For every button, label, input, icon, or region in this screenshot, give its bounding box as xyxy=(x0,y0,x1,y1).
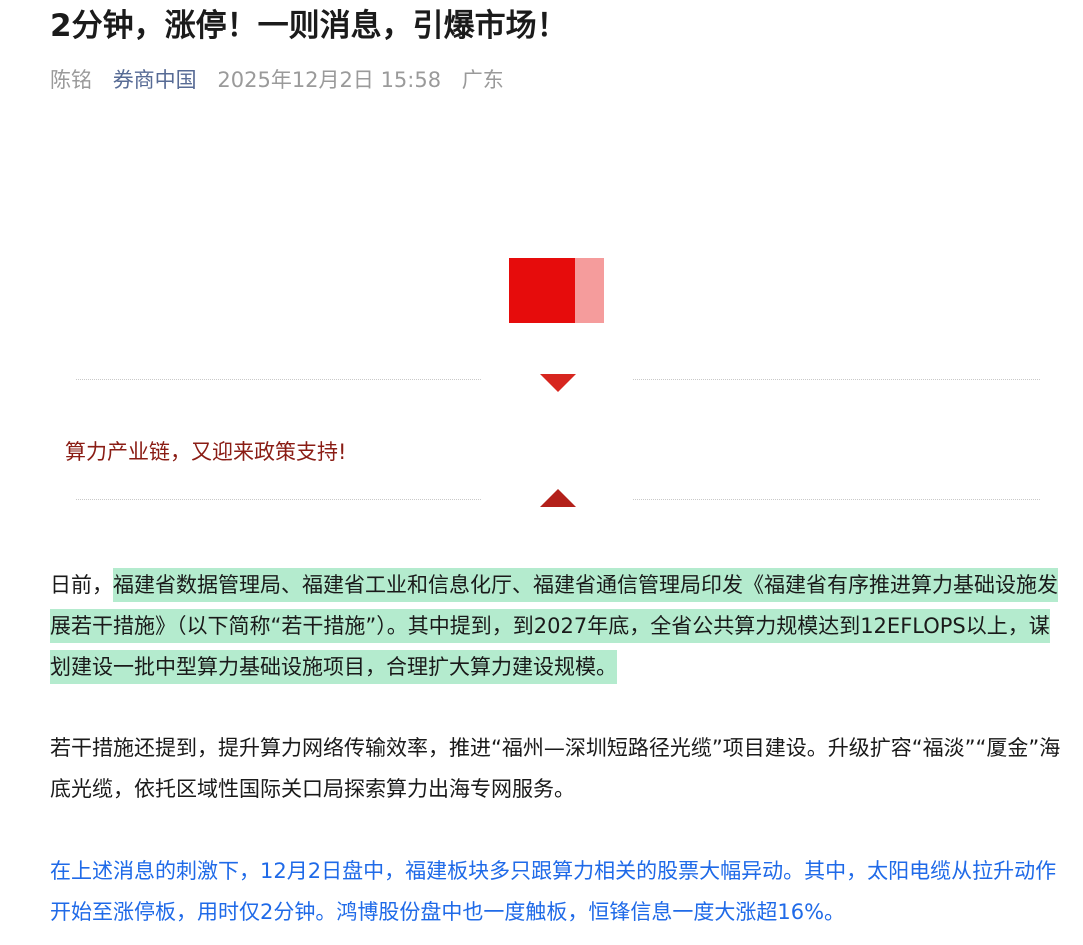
paragraph-market-reaction: 在上述消息的刺激下，12月2日盘中，福建板块多只跟算力相关的股票大幅异动。其中，… xyxy=(50,859,1057,924)
section-subheading: 算力产业链，又迎来政策支持! xyxy=(65,440,347,464)
author-name: 陈铭 xyxy=(50,68,92,92)
paragraph-prefix: 日前， xyxy=(50,573,113,597)
article-meta: 陈铭 券商中国 2025年12月2日 15:58 广东 xyxy=(50,64,518,96)
divider-bottom-left xyxy=(76,499,481,500)
divider-bottom-right xyxy=(633,499,1040,500)
publish-datetime: 2025年12月2日 15:58 xyxy=(217,68,442,92)
divider-top-right xyxy=(633,379,1040,380)
paragraph-network: 若干措施还提到，提升算力网络传输效率，推进“福州—深圳短路径光缆”项目建设。升级… xyxy=(50,736,1061,801)
source-link[interactable]: 券商中国 xyxy=(113,68,197,92)
article-title: 2分钟，涨停！一则消息，引爆市场！ xyxy=(50,8,568,44)
triangle-up-icon xyxy=(540,489,576,507)
paragraph-policy: 日前，福建省数据管理局、福建省工业和信息化厅、福建省通信管理局印发《福建省有序推… xyxy=(50,565,1070,688)
logo-red-block xyxy=(509,258,575,323)
triangle-down-icon xyxy=(540,374,576,392)
highlighted-text: 福建省数据管理局、福建省工业和信息化厅、福建省通信管理局印发《福建省有序推进算力… xyxy=(50,568,1058,684)
divider-top-left xyxy=(76,379,481,380)
publish-location: 广东 xyxy=(461,68,504,92)
logo-pink-block xyxy=(575,258,604,323)
logo-graphic xyxy=(509,258,604,323)
